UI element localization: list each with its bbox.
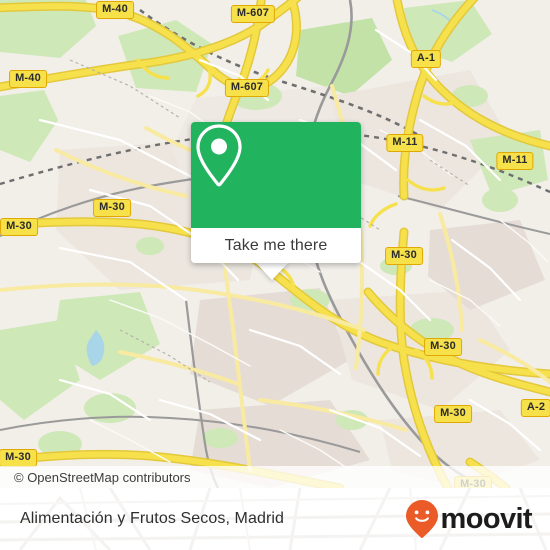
moovit-logo[interactable]: moovit <box>405 499 533 539</box>
moovit-wordmark: moovit <box>440 502 533 535</box>
highway-shield: A-2 <box>520 399 550 417</box>
highway-shield: M-11 <box>386 134 424 152</box>
moovit-place-map-card: .park { fill:#cfe8b8; } .parkdk { fill:#… <box>0 0 550 550</box>
take-me-there-label: Take me there <box>224 236 328 254</box>
take-me-there-popup[interactable]: Take me there <box>191 122 361 263</box>
place-title: Alimentación y Frutos Secos, Madrid <box>20 510 285 527</box>
openstreetmap-attribution[interactable]: © OpenStreetMap contributors <box>0 470 191 485</box>
moovit-smiley-pin-icon <box>405 500 438 538</box>
highway-shield: M-11 <box>496 152 534 170</box>
map-attribution-bar: © OpenStreetMap contributors <box>0 466 550 488</box>
location-pin-icon <box>196 124 242 187</box>
highway-shield: M-607 <box>224 79 270 97</box>
popup-pin-area <box>191 122 361 228</box>
footer-bar: Alimentación y Frutos Secos, Madrid moov… <box>0 488 550 550</box>
highway-shield: M-30 <box>385 247 423 265</box>
highway-shield: A-1 <box>410 50 442 68</box>
popup-action-bar[interactable]: Take me there <box>191 228 361 263</box>
highway-shield: M-40 <box>96 1 134 19</box>
highway-shield: M-30 <box>0 449 37 467</box>
popup-pointer <box>255 262 289 280</box>
highway-shield: M-40 <box>9 70 47 88</box>
highway-shield: M-30 <box>0 218 38 236</box>
highway-shield: M-30 <box>424 338 462 356</box>
highway-shield: M-30 <box>434 405 472 423</box>
highway-shield: M-607 <box>230 5 276 23</box>
map-canvas[interactable]: .park { fill:#cfe8b8; } .parkdk { fill:#… <box>0 0 550 488</box>
highway-shield: M-30 <box>93 199 131 217</box>
